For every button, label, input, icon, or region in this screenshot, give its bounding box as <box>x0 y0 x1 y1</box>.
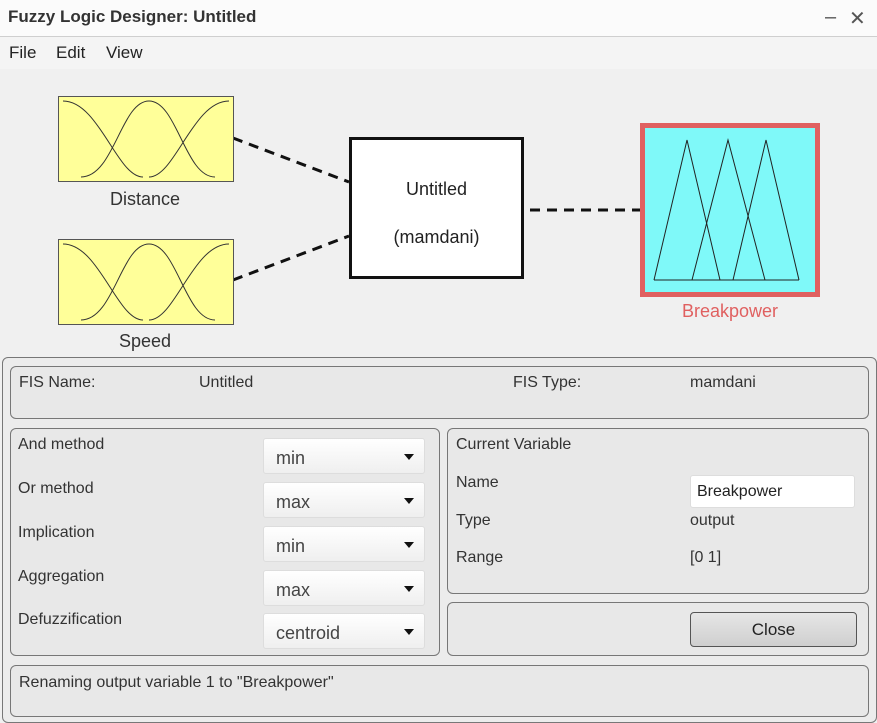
fis-diagram: Distance Speed Untitled (mamdani) Breakp… <box>0 70 877 358</box>
chevron-down-icon <box>404 454 414 460</box>
close-icon[interactable]: ✕ <box>849 6 866 31</box>
fis-name-value: Untitled <box>199 374 254 391</box>
defuzzification-value: centroid <box>276 623 341 643</box>
title-bar: Fuzzy Logic Designer: Untitled – ✕ <box>0 0 877 37</box>
aggregation-value: max <box>276 580 311 600</box>
fis-system-type: (mamdani) <box>393 227 480 247</box>
fis-system-block[interactable]: Untitled (mamdani) <box>349 137 524 279</box>
output-breakpower-block[interactable] <box>640 123 820 297</box>
menu-file[interactable]: File <box>9 43 36 63</box>
or-method-value: max <box>276 492 311 512</box>
chevron-down-icon <box>404 542 414 548</box>
chevron-down-icon <box>404 629 414 635</box>
menu-edit[interactable]: Edit <box>56 43 85 63</box>
input-distance-label: Distance <box>109 189 181 209</box>
variable-type-label: Type <box>456 512 491 529</box>
input-speed-block[interactable] <box>58 239 234 325</box>
close-button[interactable]: Close <box>690 612 857 647</box>
defuzzification-select[interactable]: centroid <box>263 613 425 649</box>
variable-name-label: Name <box>456 474 499 491</box>
implication-value: min <box>276 536 306 556</box>
defuzzification-label: Defuzzification <box>18 611 123 628</box>
membership-curves-icon <box>62 100 230 178</box>
variable-range-value: [0 1] <box>690 549 722 566</box>
window-title: Fuzzy Logic Designer: Untitled <box>8 7 257 26</box>
menu-view[interactable]: View <box>106 43 143 63</box>
triangle-membership-icon <box>653 138 800 281</box>
output-breakpower-label: Breakpower <box>681 301 779 321</box>
fis-name-label: FIS Name: <box>19 374 96 391</box>
fis-type-label: FIS Type: <box>513 374 582 391</box>
implication-label: Implication <box>18 524 95 541</box>
menu-bar: File Edit View <box>0 37 877 69</box>
implication-select[interactable]: min <box>263 526 425 562</box>
and-method-select[interactable]: min <box>263 438 425 474</box>
variable-name-input[interactable] <box>690 475 855 508</box>
and-method-value: min <box>276 448 306 468</box>
and-method-label: And method <box>18 436 105 453</box>
input-speed-label: Speed <box>118 331 172 351</box>
fis-system-name: Untitled <box>405 179 468 199</box>
or-method-select[interactable]: max <box>263 482 425 518</box>
aggregation-label: Aggregation <box>18 568 105 585</box>
chevron-down-icon <box>404 586 414 592</box>
variable-range-label: Range <box>456 549 504 566</box>
chevron-down-icon <box>404 498 414 504</box>
aggregation-select[interactable]: max <box>263 570 425 606</box>
minimize-icon[interactable]: – <box>825 6 836 29</box>
fis-type-value: mamdani <box>690 374 756 391</box>
or-method-label: Or method <box>18 480 94 497</box>
status-message: Renaming output variable 1 to "Breakpowe… <box>19 674 334 691</box>
current-variable-title: Current Variable <box>456 436 572 453</box>
input-distance-block[interactable] <box>58 96 234 182</box>
membership-curves-icon <box>62 243 230 321</box>
variable-type-value: output <box>690 512 735 529</box>
